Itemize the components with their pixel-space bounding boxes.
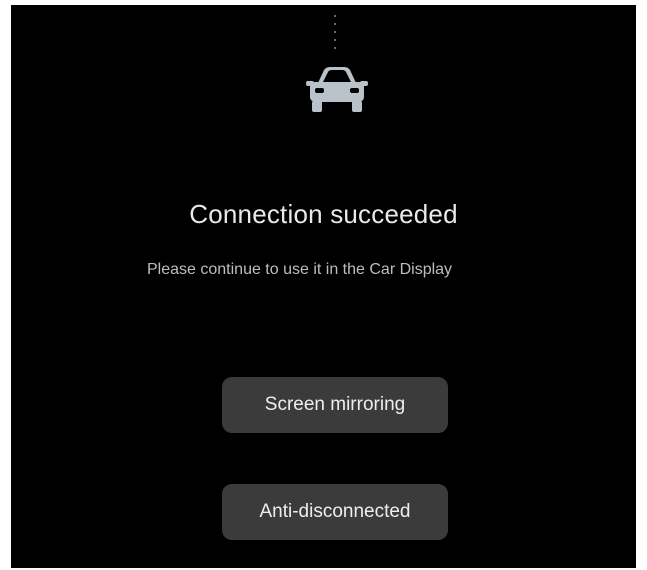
connector-dot: [334, 47, 336, 49]
connection-screen: Connection succeeded Please continue to …: [11, 5, 636, 568]
status-message: Please continue to use it in the Car Dis…: [147, 261, 453, 278]
connector-dots: [333, 15, 337, 55]
anti-disconnected-button[interactable]: Anti-disconnected: [222, 484, 448, 540]
connector-dot: [334, 39, 336, 41]
connector-dot: [334, 31, 336, 33]
connector-dot: [334, 15, 336, 17]
screen-mirroring-button[interactable]: Screen mirroring: [222, 377, 448, 433]
connector-dot: [334, 23, 336, 25]
car-icon: [306, 67, 368, 112]
status-title: Connection succeeded: [189, 199, 458, 229]
